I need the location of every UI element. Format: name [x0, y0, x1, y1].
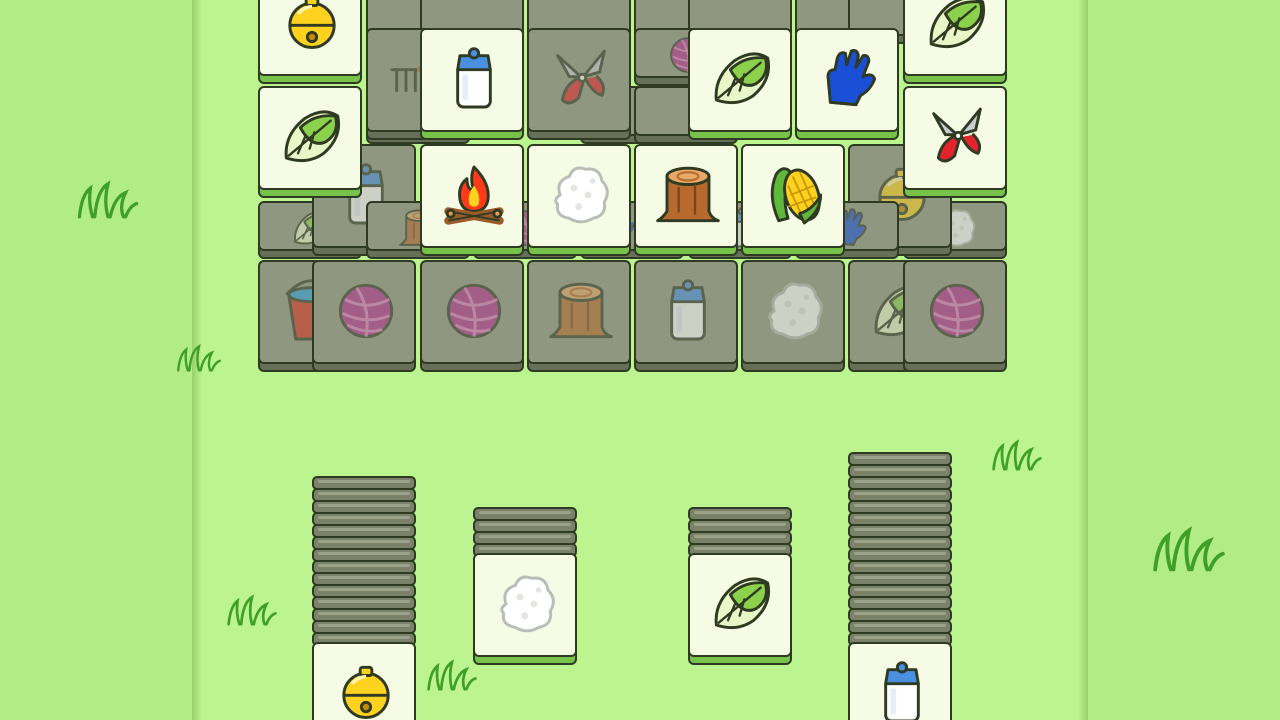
- board-tile-shears[interactable]: [903, 86, 1007, 198]
- board-tile-corn[interactable]: [741, 144, 845, 256]
- cotton-ball-icon: [768, 282, 823, 340]
- board-edge-left: [192, 0, 202, 720]
- milk-bottle-icon: [884, 661, 920, 720]
- glove-icon: [826, 48, 877, 107]
- cabbage-icon: [929, 0, 985, 49]
- board-tile-cabbage[interactable]: [688, 28, 792, 140]
- board-tile-milk-bottle: [634, 260, 738, 372]
- board-tile-cotton-ball: [741, 260, 845, 372]
- board-tile-bell[interactable]: [258, 0, 362, 84]
- board-tile-tree-stump[interactable]: [634, 144, 738, 256]
- board-tile-shears: [527, 28, 631, 140]
- shears-icon: [556, 49, 606, 105]
- board-tile-cotton-ball[interactable]: [527, 144, 631, 256]
- tree-stump-icon: [656, 166, 720, 223]
- cotton-ball-icon: [500, 575, 555, 633]
- cabbage-icon: [284, 110, 340, 163]
- board-edge-right: [1078, 0, 1088, 720]
- bell-icon: [288, 0, 336, 49]
- board-tile-yarn-ball: [903, 260, 1007, 372]
- board-tile-yarn-ball: [312, 260, 416, 372]
- yarn-ball-icon: [929, 283, 985, 339]
- milk-bottle-icon: [670, 279, 706, 341]
- milk-bottle-icon: [456, 47, 492, 109]
- board-tile-cabbage[interactable]: [258, 86, 362, 198]
- right-margin-background: [1086, 0, 1280, 720]
- shears-icon: [932, 107, 982, 163]
- board-tile-yarn-ball: [420, 260, 524, 372]
- yarn-ball-icon: [446, 283, 502, 339]
- tree-stump-icon: [549, 282, 613, 339]
- left-margin-background: [0, 0, 192, 720]
- board-tile-tree-stump: [527, 260, 631, 372]
- stack-top-tile-bell[interactable]: [312, 642, 416, 720]
- cabbage-icon: [714, 577, 770, 630]
- stack-top-tile-cotton-ball[interactable]: [473, 553, 577, 665]
- yarn-ball-icon: [338, 283, 394, 339]
- board-tile-campfire[interactable]: [420, 144, 524, 256]
- corn-icon: [770, 167, 823, 225]
- campfire-icon: [444, 165, 504, 225]
- stack-top-tile-milk-bottle[interactable]: [848, 642, 952, 720]
- stack-top-tile-cabbage[interactable]: [688, 553, 792, 665]
- cabbage-icon: [714, 52, 770, 105]
- board-tile-milk-bottle[interactable]: [420, 28, 524, 140]
- cotton-ball-icon: [554, 166, 609, 224]
- bell-icon: [342, 665, 390, 719]
- board-tile-cabbage[interactable]: [903, 0, 1007, 84]
- game-screen: [0, 0, 1280, 720]
- board-tile-glove[interactable]: [795, 28, 899, 140]
